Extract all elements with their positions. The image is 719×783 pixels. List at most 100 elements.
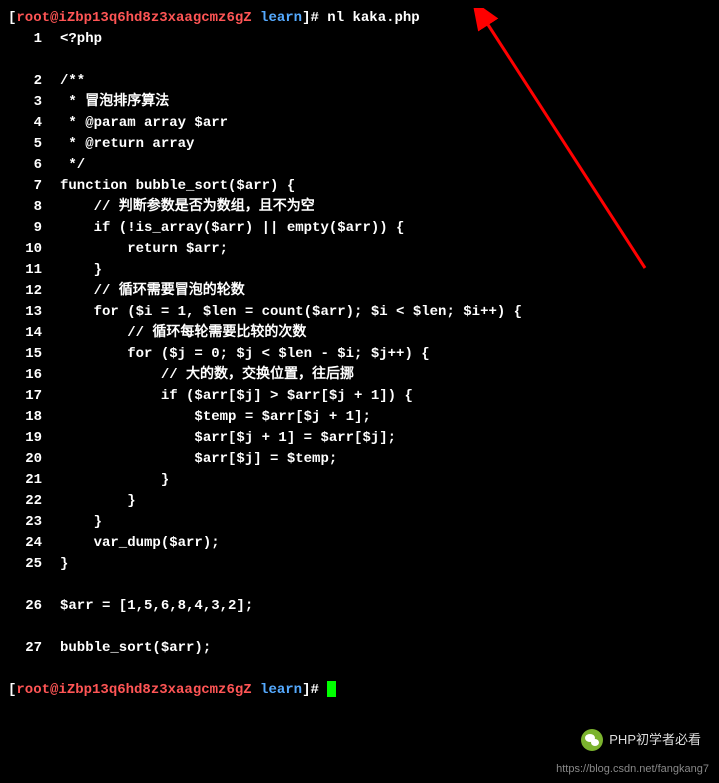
code-line: 3 * 冒泡排序算法 [8, 92, 711, 113]
code-text: } [60, 260, 711, 281]
line-number: 19 [8, 428, 60, 449]
code-text: bubble_sort($arr); [60, 638, 711, 659]
prompt-line-2[interactable]: [root@iZbp13q6hd8z3xaagcmz6gZ learn]# [8, 680, 711, 701]
line-number: 26 [8, 596, 60, 617]
code-text: for ($i = 1, $len = count($arr); $i < $l… [60, 302, 711, 323]
code-line: 9 if (!is_array($arr) || empty($arr)) { [8, 218, 711, 239]
code-text: * @return array [60, 134, 711, 155]
wechat-label: PHP初学者必看 [609, 730, 701, 750]
code-text: $arr[$j] = $temp; [60, 449, 711, 470]
line-number: 17 [8, 386, 60, 407]
code-line: 25} [8, 554, 711, 575]
code-line: 6 */ [8, 155, 711, 176]
code-line: 16 // 大的数，交换位置，往后挪 [8, 365, 711, 386]
wechat-icon [581, 729, 603, 751]
code-output: 1<?php2/**3 * 冒泡排序算法4 * @param array $ar… [8, 29, 711, 680]
code-text: $temp = $arr[$j + 1]; [60, 407, 711, 428]
line-number: 12 [8, 281, 60, 302]
code-line: 14 // 循环每轮需要比较的次数 [8, 323, 711, 344]
line-number: 22 [8, 491, 60, 512]
code-text: // 大的数，交换位置，往后挪 [60, 365, 711, 386]
code-text: function bubble_sort($arr) { [60, 176, 711, 197]
line-number: 10 [8, 239, 60, 260]
code-line [8, 617, 711, 638]
prompt-dir: learn [252, 10, 302, 26]
wechat-badge: PHP初学者必看 [581, 729, 701, 751]
code-line: 15 for ($j = 0; $j < $len - $i; $j++) { [8, 344, 711, 365]
command-text: nl kaka.php [319, 10, 420, 26]
code-line: 20 $arr[$j] = $temp; [8, 449, 711, 470]
prompt-line-1: [root@iZbp13q6hd8z3xaagcmz6gZ learn]# nl… [8, 8, 711, 29]
line-number: 11 [8, 260, 60, 281]
bracket: ]# [302, 10, 319, 26]
code-text: <?php [60, 29, 711, 50]
code-line: 11 } [8, 260, 711, 281]
code-text: /** [60, 71, 711, 92]
line-number: 8 [8, 197, 60, 218]
line-number: 1 [8, 29, 60, 50]
prompt-user: root@iZbp13q6hd8z3xaagcmz6gZ [16, 682, 251, 698]
line-number: 14 [8, 323, 60, 344]
code-line: 17 if ($arr[$j] > $arr[$j + 1]) { [8, 386, 711, 407]
line-number: 18 [8, 407, 60, 428]
code-text: } [60, 470, 711, 491]
code-line [8, 50, 711, 71]
code-line: 21 } [8, 470, 711, 491]
prompt-user: root@iZbp13q6hd8z3xaagcmz6gZ [16, 10, 251, 26]
line-number: 9 [8, 218, 60, 239]
line-number: 27 [8, 638, 60, 659]
line-number: 15 [8, 344, 60, 365]
code-text: // 循环需要冒泡的轮数 [60, 281, 711, 302]
prompt-dir: learn [252, 682, 302, 698]
code-line: 18 $temp = $arr[$j + 1]; [8, 407, 711, 428]
code-text: if (!is_array($arr) || empty($arr)) { [60, 218, 711, 239]
code-text: // 循环每轮需要比较的次数 [60, 323, 711, 344]
line-number: 13 [8, 302, 60, 323]
code-line [8, 659, 711, 680]
code-line: 1<?php [8, 29, 711, 50]
line-number: 7 [8, 176, 60, 197]
code-line: 22 } [8, 491, 711, 512]
line-number: 23 [8, 512, 60, 533]
line-number: 20 [8, 449, 60, 470]
line-number: 5 [8, 134, 60, 155]
line-number: 24 [8, 533, 60, 554]
line-number: 6 [8, 155, 60, 176]
code-line: 5 * @return array [8, 134, 711, 155]
code-line: 8 // 判断参数是否为数组，且不为空 [8, 197, 711, 218]
code-line: 23 } [8, 512, 711, 533]
code-text: $arr[$j + 1] = $arr[$j]; [60, 428, 711, 449]
line-number: 2 [8, 71, 60, 92]
code-text: } [60, 512, 711, 533]
code-text: * 冒泡排序算法 [60, 92, 711, 113]
code-text: } [60, 554, 711, 575]
code-line: 7function bubble_sort($arr) { [8, 176, 711, 197]
code-line: 13 for ($i = 1, $len = count($arr); $i <… [8, 302, 711, 323]
line-number: 25 [8, 554, 60, 575]
code-line: 26$arr = [1,5,6,8,4,3,2]; [8, 596, 711, 617]
code-line: 4 * @param array $arr [8, 113, 711, 134]
line-number: 4 [8, 113, 60, 134]
code-line: 24 var_dump($arr); [8, 533, 711, 554]
code-line: 19 $arr[$j + 1] = $arr[$j]; [8, 428, 711, 449]
code-line: 12 // 循环需要冒泡的轮数 [8, 281, 711, 302]
code-text: */ [60, 155, 711, 176]
cursor[interactable] [327, 681, 336, 697]
code-text: * @param array $arr [60, 113, 711, 134]
line-number: 21 [8, 470, 60, 491]
code-line: 10 return $arr; [8, 239, 711, 260]
code-text: for ($j = 0; $j < $len - $i; $j++) { [60, 344, 711, 365]
code-text: var_dump($arr); [60, 533, 711, 554]
watermark-text: https://blog.csdn.net/fangkang7 [556, 761, 709, 778]
code-line: 27bubble_sort($arr); [8, 638, 711, 659]
line-number: 3 [8, 92, 60, 113]
code-text: $arr = [1,5,6,8,4,3,2]; [60, 596, 711, 617]
code-line: 2/** [8, 71, 711, 92]
code-text: return $arr; [60, 239, 711, 260]
code-text: // 判断参数是否为数组，且不为空 [60, 197, 711, 218]
code-text: } [60, 491, 711, 512]
line-number: 16 [8, 365, 60, 386]
code-text: if ($arr[$j] > $arr[$j + 1]) { [60, 386, 711, 407]
bracket: ]# [302, 682, 327, 698]
code-line [8, 575, 711, 596]
